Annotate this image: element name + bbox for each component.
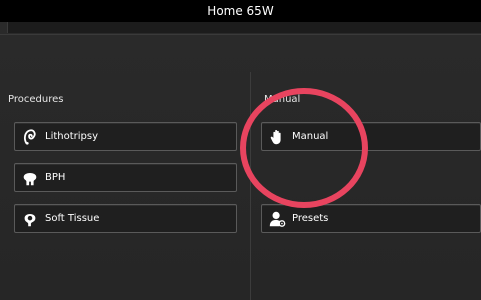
bph-label: BPH xyxy=(45,172,66,183)
divider xyxy=(0,34,481,35)
manual-heading: Manual xyxy=(264,94,301,105)
soft-tissue-label: Soft Tissue xyxy=(45,213,100,224)
presets-icon xyxy=(266,208,288,230)
bph-icon xyxy=(19,167,41,189)
window-title: Home 65W xyxy=(207,4,274,18)
lithotripsy-label: Lithotripsy xyxy=(45,131,99,142)
bph-button[interactable]: BPH xyxy=(14,163,237,192)
lithotripsy-icon xyxy=(19,126,41,148)
soft-tissue-button[interactable]: Soft Tissue xyxy=(14,204,237,233)
procedures-heading: Procedures xyxy=(8,94,64,105)
top-band xyxy=(7,22,481,33)
lithotripsy-button[interactable]: Lithotripsy xyxy=(14,122,237,151)
presets-label: Presets xyxy=(292,213,329,224)
manual-label: Manual xyxy=(292,131,329,142)
manual-button[interactable]: Manual xyxy=(261,122,481,151)
presets-button[interactable]: Presets xyxy=(261,204,481,233)
hand-icon xyxy=(266,126,288,148)
home-screen: Procedures Manual Lithotripsy BPH Soft T… xyxy=(0,22,481,300)
title-bar: Home 65W xyxy=(0,0,481,22)
column-divider xyxy=(250,72,251,300)
soft-tissue-icon xyxy=(19,208,41,230)
